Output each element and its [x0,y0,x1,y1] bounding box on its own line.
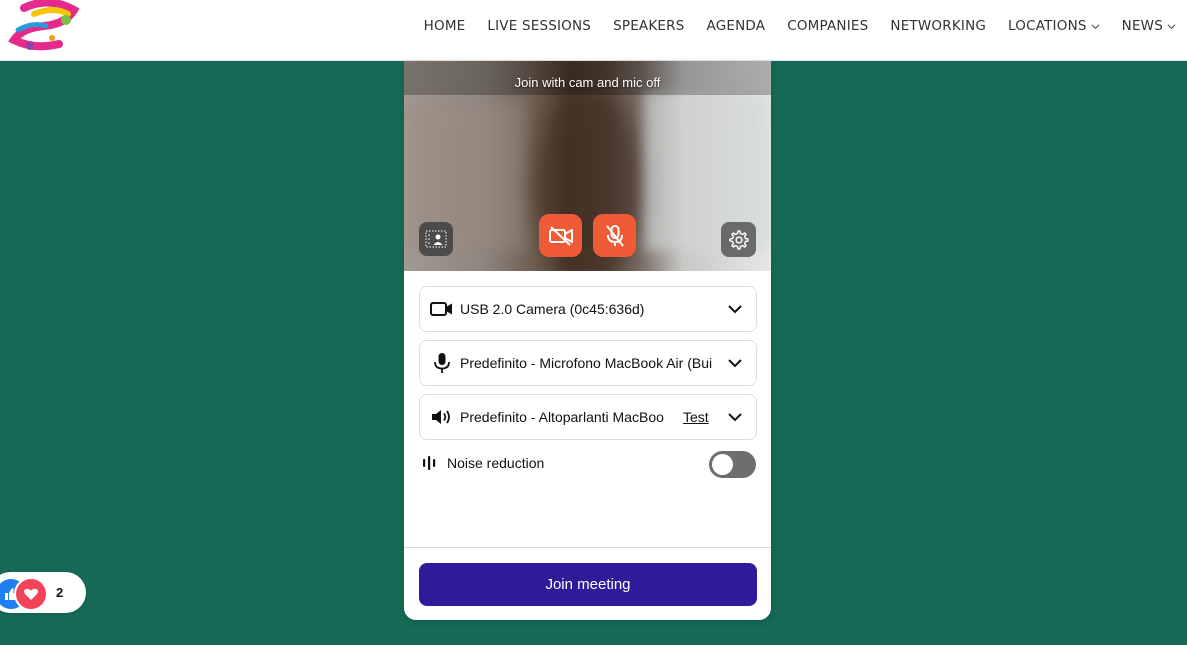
nav-speakers-label: SPEAKERS [613,18,685,34]
background-effects-button[interactable] [419,222,453,256]
camera-preview: Join with cam and mic off [404,61,771,271]
chevron-down-icon [728,359,742,368]
nav-live-sessions-label: LIVE SESSIONS [487,18,592,34]
speaker-select-value: Predefinito - Altoparlanti MacBoo [460,409,664,425]
camera-toggle-button[interactable] [539,214,582,257]
main-nav: HOME LIVE SESSIONS SPEAKERS AGENDA COMPA… [413,0,1187,52]
microphone-off-icon [605,224,624,247]
nav-networking-label: NETWORKING [890,18,987,34]
device-selectors: USB 2.0 Camera (0c45:636d) Predefinito -… [419,286,757,448]
nav-news-label: NEWS [1121,18,1163,34]
speaker-select[interactable]: Predefinito - Altoparlanti MacBoo Test [419,394,757,440]
microphone-select-value: Predefinito - Microfono MacBook Air (Bui [460,355,713,371]
noise-reduction-row: Noise reduction [419,449,757,479]
nav-home-label: HOME [423,18,466,34]
nav-locations[interactable]: LOCATIONS [1008,18,1100,34]
nav-news[interactable]: NEWS [1122,18,1176,34]
heart-icon [14,577,48,611]
join-hint-text: Join with cam and mic off [514,75,661,90]
nav-live-sessions[interactable]: LIVE SESSIONS [487,18,591,34]
camera-select-value: USB 2.0 Camera (0c45:636d) [460,301,645,317]
brand-logo[interactable] [4,0,88,60]
nav-agenda[interactable]: AGENDA [707,18,766,34]
footer-divider [404,547,771,548]
camera-off-icon [548,225,573,246]
reaction-count: 2 [56,585,64,600]
speaker-test-link[interactable]: Test [683,409,709,425]
noise-reduction-toggle[interactable] [709,451,756,478]
prejoin-panel: Join with cam and mic off USB 2.0 Camera… [404,61,771,620]
chevron-down-icon [728,413,742,422]
gear-icon [728,229,749,250]
reactions-pill[interactable]: 2 [0,572,86,613]
chevron-down-icon [1167,23,1176,29]
join-meeting-button[interactable]: Join meeting [419,563,757,606]
site-header: HOME LIVE SESSIONS SPEAKERS AGENDA COMPA… [0,0,1187,61]
nav-home[interactable]: HOME [424,18,466,34]
nav-companies-label: COMPANIES [787,18,869,34]
background-person-icon [425,230,447,248]
noise-reduction-label: Noise reduction [447,455,545,471]
microphone-toggle-button[interactable] [593,214,636,257]
nav-agenda-label: AGENDA [706,18,766,34]
chevron-down-icon [1091,23,1100,29]
toggle-knob [712,454,733,475]
chevron-down-icon [728,305,742,314]
camera-select[interactable]: USB 2.0 Camera (0c45:636d) [419,286,757,332]
audio-waveform-icon [423,456,436,470]
microphone-icon [430,351,454,375]
nav-networking[interactable]: NETWORKING [890,18,986,34]
microphone-select[interactable]: Predefinito - Microfono MacBook Air (Bui [419,340,757,386]
video-settings-button[interactable] [721,222,756,257]
nav-locations-label: LOCATIONS [1008,18,1087,34]
speaker-icon [430,405,454,429]
nav-companies[interactable]: COMPANIES [787,18,868,34]
nav-speakers[interactable]: SPEAKERS [613,18,684,34]
video-camera-icon [430,297,454,321]
